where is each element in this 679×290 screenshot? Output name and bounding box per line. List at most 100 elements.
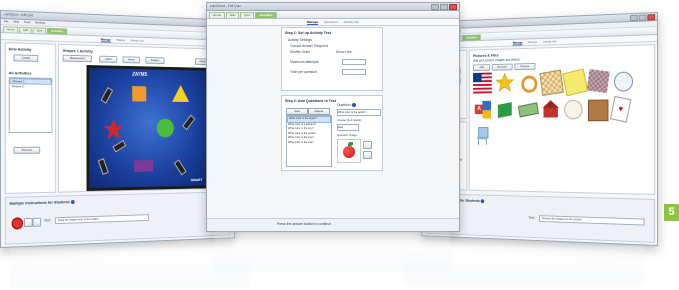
green-circle-shape[interactable]: [157, 119, 174, 138]
window-reflection-right: [404, 246, 644, 286]
tab-quiz[interactable]: Quiz: [240, 12, 254, 18]
shapes-button[interactable]: Shapes: [145, 57, 164, 64]
tab-edit[interactable]: Edit: [226, 12, 239, 18]
pictures-hint: Add and remove images and videos: [473, 58, 520, 63]
help-icon[interactable]: [481, 199, 484, 203]
delete-audio-button[interactable]: [33, 218, 42, 227]
close-button[interactable]: [647, 14, 655, 20]
label-button[interactable]: Label: [99, 56, 117, 63]
add-question-button[interactable]: Add: [286, 108, 308, 115]
help-icon[interactable]: [71, 200, 75, 204]
game-board-picture[interactable]: [587, 69, 610, 93]
green-box-picture[interactable]: [495, 99, 514, 120]
shape-tile[interactable]: [182, 115, 195, 131]
checkers-picture[interactable]: [539, 70, 563, 96]
menu-help[interactable]: Help: [13, 20, 19, 24]
activity-list: Shapes 1 Shapes 2: [9, 77, 53, 133]
baseball-picture[interactable]: [564, 100, 582, 120]
wooden-box-picture[interactable]: [588, 100, 608, 122]
create-button[interactable]: Create: [14, 54, 39, 62]
yellow-triangle-shape[interactable]: [172, 85, 189, 102]
subtab-manage[interactable]: Manage: [513, 40, 523, 46]
menu-settings[interactable]: Settings: [35, 20, 45, 24]
subtab-shapes[interactable]: Shapes: [116, 37, 125, 43]
subtab-activity-info[interactable]: Activity Info: [543, 38, 557, 44]
time-per-question-field[interactable]: [342, 69, 366, 75]
flag-picture[interactable]: [473, 73, 492, 94]
subtab-activity-info[interactable]: Activity Info: [344, 19, 359, 25]
subtab-manage[interactable]: Manage: [101, 36, 111, 42]
subtab-activity-info[interactable]: Activity Info: [130, 37, 143, 43]
instructions-heading: Multiple Instructions for Students: [10, 199, 75, 206]
menu-tools[interactable]: Tools: [24, 20, 31, 24]
red-star-shape[interactable]: [104, 118, 124, 139]
bracelet-picture[interactable]: [518, 72, 537, 93]
subtab-manage[interactable]: Manage: [307, 19, 318, 25]
subtab-pictures[interactable]: Pictures: [528, 39, 538, 45]
star-picture[interactable]: [495, 72, 514, 93]
tab-activities[interactable]: Activities: [462, 34, 480, 40]
step1-heading: Step 1: Set up Activity Test: [285, 31, 331, 35]
board-brand: SMART: [191, 177, 203, 182]
shape-tile[interactable]: [98, 158, 109, 175]
activity-editor: Shapes 1 Activity Background Label Items…: [58, 44, 231, 193]
help-icon[interactable]: [352, 103, 356, 107]
tab-activities[interactable]: Activities: [255, 12, 276, 18]
money-picture[interactable]: [518, 100, 537, 117]
question-image[interactable]: [337, 139, 361, 163]
shuffle-order-option[interactable]: Shuffle Order: [290, 50, 310, 54]
question-field[interactable]: What color is the apple?: [337, 109, 381, 116]
record-button[interactable]: [12, 217, 24, 229]
activity-board[interactable]: ZAYMS SMART: [87, 65, 211, 191]
tab-edit[interactable]: Edit: [19, 27, 32, 33]
max-attempts-field[interactable]: [342, 59, 366, 65]
browse-image-button[interactable]: [363, 141, 372, 149]
minimize-button[interactable]: [630, 15, 638, 21]
maximize-button[interactable]: [639, 14, 647, 20]
background-button[interactable]: Background: [63, 55, 92, 63]
chair-picture[interactable]: [473, 125, 492, 146]
question-list: What color is the apple? What color is a…: [286, 115, 332, 167]
maximize-button[interactable]: [440, 4, 448, 10]
subtab-questions[interactable]: Questions: [324, 19, 338, 25]
alphabet-blocks-picture[interactable]: A: [473, 99, 492, 120]
step-number-badge: 5: [664, 204, 679, 221]
instruction-text-field[interactable]: Drag the shape next to the shape: [55, 214, 149, 224]
tab-quiz[interactable]: Quiz: [33, 27, 46, 33]
add-picture-button[interactable]: Add: [473, 64, 490, 71]
playing-card-picture[interactable]: ♥: [610, 96, 631, 123]
remove-picture-button[interactable]: Remove: [492, 64, 513, 71]
compass-picture[interactable]: [612, 70, 633, 92]
instructions-heading-text: Multiple Instructions for Students: [10, 199, 70, 206]
play-button[interactable]: [24, 218, 33, 227]
close-button[interactable]: [449, 4, 457, 10]
answer-field[interactable]: Red: [337, 124, 359, 131]
delete-question-button[interactable]: Delete: [308, 108, 330, 115]
shape-tile[interactable]: [101, 87, 114, 104]
tab-home[interactable]: Home: [3, 26, 18, 33]
correct-answer-option[interactable]: Correct Answer Required: [290, 44, 328, 48]
activity-title: Shapes 1 Activity: [63, 48, 93, 54]
list-item[interactable]: Shapes 2: [10, 84, 52, 89]
instruction-text-field[interactable]: Choose the shapes to the picture: [539, 215, 644, 225]
items-button[interactable]: Items: [122, 56, 140, 63]
minimize-button[interactable]: [431, 4, 439, 10]
tab-activities[interactable]: Activities: [47, 28, 67, 35]
remove-button[interactable]: Remove: [14, 147, 41, 154]
audio-instructions-panel: Audio Instructions for Students Text: Ch…: [426, 193, 655, 243]
sticky-note-picture[interactable]: [562, 68, 588, 96]
tab-home[interactable]: Home: [209, 12, 225, 18]
nav-tabs: Home Edit Quiz Activities: [207, 11, 459, 19]
answer-label: Answer (1-2 words):: [337, 118, 362, 122]
purple-rectangle-shape[interactable]: [134, 160, 153, 172]
clear-image-button[interactable]: [363, 151, 372, 159]
list-item[interactable]: What color is the sea?: [287, 141, 331, 146]
text-label: Text:: [528, 216, 534, 220]
menu-file[interactable]: File: [4, 19, 9, 23]
show-hint-option[interactable]: Show Hint: [336, 50, 351, 54]
shape-tile[interactable]: [174, 159, 187, 175]
orange-square-shape[interactable]: [132, 86, 146, 101]
shape-tile[interactable]: [112, 140, 126, 153]
barn-picture[interactable]: [541, 98, 561, 119]
browse-button[interactable]: Browse: [514, 63, 535, 70]
